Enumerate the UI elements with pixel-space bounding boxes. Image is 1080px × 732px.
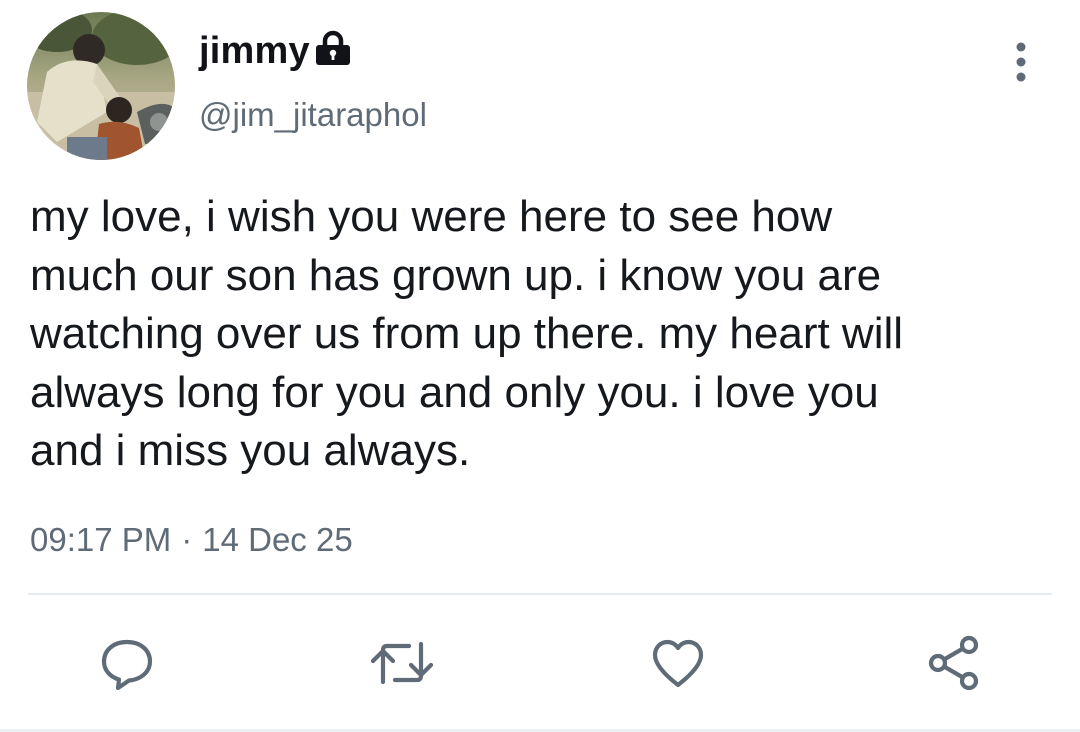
tweet-time: 09:17 PM [30,521,172,558]
comment-icon [101,639,153,691]
like-button[interactable] [643,628,713,698]
share-button[interactable] [919,628,989,698]
meta-separator: · [181,521,193,558]
lock-icon [313,29,353,69]
display-name[interactable]: jimmy [199,25,310,77]
tweet-card: jimmy @jim_jitaraphol my love, i wish yo… [0,0,1080,732]
avatar[interactable] [27,12,175,160]
more-options-button[interactable] [1001,36,1041,88]
tweet-timestamp: 09:17 PM · 14 Dec 25 [30,517,353,563]
tweet-date: 14 Dec 25 [202,521,353,558]
retweet-button[interactable] [367,628,437,698]
tweet-text: my love, i wish you were here to see how… [30,192,904,475]
heart-icon [652,639,704,688]
share-icon [928,635,979,691]
more-vertical-icon [1016,42,1026,82]
avatar-photo [27,12,175,160]
reply-button[interactable] [92,628,162,698]
divider [28,593,1052,595]
retweet-icon [370,641,434,685]
user-handle[interactable]: @jim_jitaraphol [199,93,427,137]
